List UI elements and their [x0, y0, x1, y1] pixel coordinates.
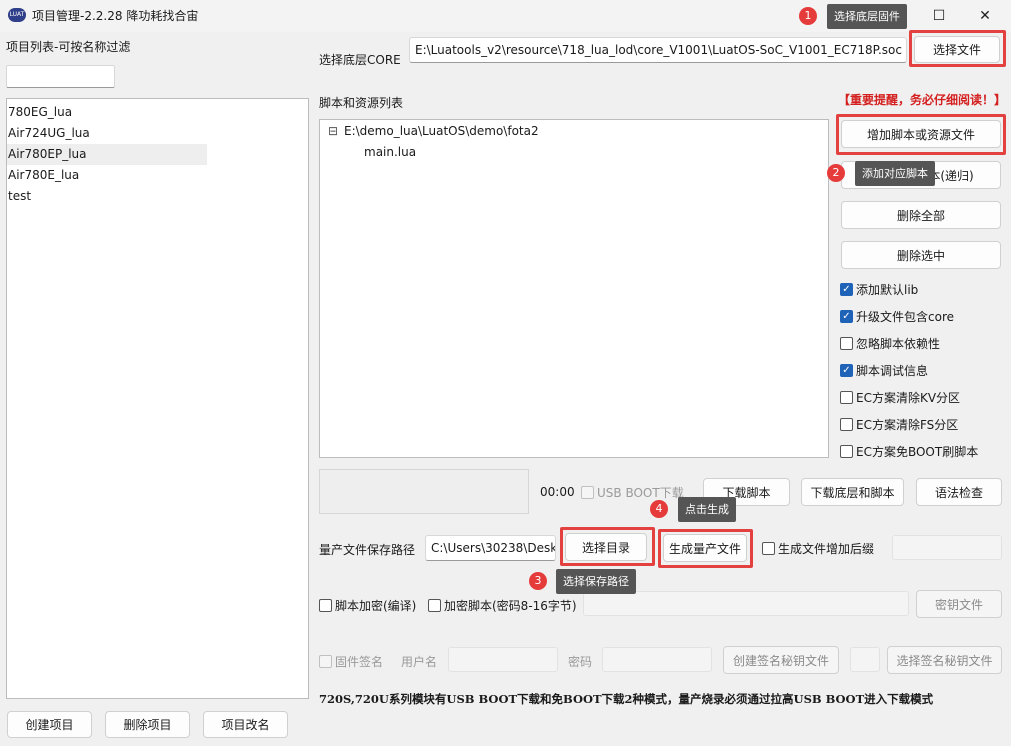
project-item-780eg-lua[interactable]: 780EG_lua	[7, 102, 207, 123]
option-clear-kv[interactable]: EC方案清除KV分区	[840, 389, 960, 406]
option-label: 升级文件包含core	[856, 310, 954, 324]
suffix-label: 生成文件增加后缀	[778, 542, 875, 556]
annotation-tooltip-2: 添加对应脚本	[855, 161, 935, 186]
select-directory-button[interactable]: 选择目录	[565, 533, 647, 561]
timer-text: 00:00	[540, 485, 575, 499]
checkbox-icon[interactable]	[762, 542, 775, 555]
annotation-badge-3: 3	[529, 572, 547, 590]
project-filter-input[interactable]	[6, 65, 115, 88]
checkbox-checked-icon[interactable]: ✓	[840, 283, 853, 296]
encrypt-password-input[interactable]	[583, 591, 909, 616]
suffix-input[interactable]	[892, 535, 1002, 560]
password-input[interactable]	[602, 647, 712, 672]
script-encrypt-option[interactable]: 脚本加密(编译)	[319, 597, 416, 614]
checkbox-checked-icon[interactable]: ✓	[840, 364, 853, 377]
annotation-tooltip-3: 选择保存路径	[556, 569, 636, 594]
option-ignore-dependency[interactable]: 忽略脚本依赖性	[840, 335, 940, 352]
firmware-sign-option[interactable]: 固件签名	[319, 653, 383, 670]
project-list-label: 项目列表-可按名称过滤	[6, 40, 131, 54]
core-path-input[interactable]: E:\Luatools_v2\resource\718_lua_lod\core…	[409, 37, 907, 63]
annotation-tooltip-1: 选择底层固件	[827, 4, 907, 29]
option-clear-fs[interactable]: EC方案清除FS分区	[840, 416, 958, 433]
progress-area	[319, 469, 529, 514]
add-suffix-option[interactable]: 生成文件增加后缀	[762, 540, 874, 557]
annotation-tooltip-4: 点击生成	[678, 497, 736, 522]
close-button[interactable]: ✕	[962, 0, 1008, 32]
checkbox-icon[interactable]	[840, 445, 853, 458]
delete-selected-button[interactable]: 删除选中	[841, 241, 1001, 269]
username-label: 用户名	[401, 655, 438, 669]
username-input[interactable]	[448, 647, 558, 672]
create-project-button[interactable]: 创建项目	[7, 711, 92, 738]
usb-boot-note: 720S,720U系列模块有USB BOOT下载和免BOOT下载2种模式，量产烧…	[319, 692, 934, 706]
script-tree[interactable]: ⊟ E:\demo_lua\LuatOS\demo\fota2 main.lua	[319, 119, 829, 458]
project-item-air780e-lua[interactable]: Air780E_lua	[7, 165, 207, 186]
annotation-badge-2: 2	[827, 164, 845, 182]
window-title: 项目管理-2.2.28 降功耗找合宙	[32, 9, 199, 23]
add-script-or-resource-button[interactable]: 增加脚本或资源文件	[841, 120, 1001, 148]
password-label: 密码	[568, 655, 593, 669]
option-label: 添加默认lib	[856, 283, 919, 297]
tree-collapse-icon[interactable]: ⊟	[328, 124, 338, 138]
generate-mass-file-button[interactable]: 生成量产文件	[663, 534, 747, 562]
annotation-badge-1: 1	[799, 7, 817, 25]
core-label: 选择底层CORE	[319, 53, 401, 67]
checkbox-icon[interactable]	[840, 337, 853, 350]
delete-all-button[interactable]: 删除全部	[841, 201, 1001, 229]
rename-project-button[interactable]: 项目改名	[203, 711, 288, 738]
checkbox-icon[interactable]	[428, 599, 441, 612]
option-label: EC方案清除KV分区	[856, 391, 961, 405]
important-notice-link[interactable]: 【重要提醒，务必仔细阅读！】	[838, 91, 1006, 108]
script-list-label: 脚本和资源列表	[319, 96, 404, 110]
option-label: 脚本调试信息	[856, 364, 929, 378]
tree-file-main-lua[interactable]: main.lua	[364, 145, 416, 159]
checkbox-icon[interactable]	[319, 655, 332, 668]
sign-key-path-input[interactable]	[850, 647, 880, 672]
project-item-test[interactable]: test	[7, 186, 207, 207]
mass-path-input[interactable]: C:\Users\30238\Desk	[425, 535, 556, 561]
option-debug-info[interactable]: ✓ 脚本调试信息	[840, 362, 928, 379]
usb-boot-label: USB BOOT下载	[597, 486, 684, 500]
project-item-air780ep-lua[interactable]: Air780EP_lua	[7, 144, 207, 165]
select-sign-key-button[interactable]: 选择签名秘钥文件	[887, 646, 1002, 674]
option-label: EC方案清除FS分区	[856, 418, 959, 432]
project-item-air724ug-lua[interactable]: Air724UG_lua	[7, 123, 207, 144]
option-no-boot-flash[interactable]: EC方案免BOOT刷脚本	[840, 443, 978, 460]
key-file-button[interactable]: 密钥文件	[916, 590, 1002, 618]
checkbox-icon[interactable]	[840, 418, 853, 431]
checkbox-checked-icon[interactable]: ✓	[840, 310, 853, 323]
checkbox-icon	[581, 486, 594, 499]
mass-path-label: 量产文件保存路径	[319, 543, 416, 557]
option-label: 忽略脚本依赖性	[856, 337, 941, 351]
option-add-default-lib[interactable]: ✓ 添加默认lib	[840, 281, 918, 298]
app-logo-icon: LUAT	[8, 8, 26, 22]
checkbox-icon[interactable]	[319, 599, 332, 612]
script-encrypt-label: 脚本加密(编译)	[335, 599, 417, 613]
project-list[interactable]: 780EG_lua Air724UG_lua Air780EP_lua Air7…	[6, 98, 309, 699]
checkbox-icon[interactable]	[840, 391, 853, 404]
create-sign-key-button[interactable]: 创建签名秘钥文件	[723, 646, 839, 674]
tree-root-folder[interactable]: E:\demo_lua\LuatOS\demo\fota2	[344, 124, 539, 138]
annotation-badge-4: 4	[650, 500, 668, 518]
usb-boot-download-option: USB BOOT下载	[581, 484, 684, 501]
syntax-check-button[interactable]: 语法检查	[916, 478, 1002, 506]
encrypt-script-label: 加密脚本(密码8-16字节)	[444, 599, 577, 613]
delete-project-button[interactable]: 删除项目	[105, 711, 190, 738]
encrypt-script-option[interactable]: 加密脚本(密码8-16字节)	[428, 597, 577, 614]
option-label: EC方案免BOOT刷脚本	[856, 445, 979, 459]
maximize-button[interactable]: ☐	[916, 0, 962, 32]
download-core-and-script-button[interactable]: 下载底层和脚本	[801, 478, 904, 506]
select-core-file-button[interactable]: 选择文件	[914, 36, 1000, 63]
firmware-sign-label: 固件签名	[335, 655, 384, 669]
option-include-core[interactable]: ✓ 升级文件包含core	[840, 308, 954, 325]
